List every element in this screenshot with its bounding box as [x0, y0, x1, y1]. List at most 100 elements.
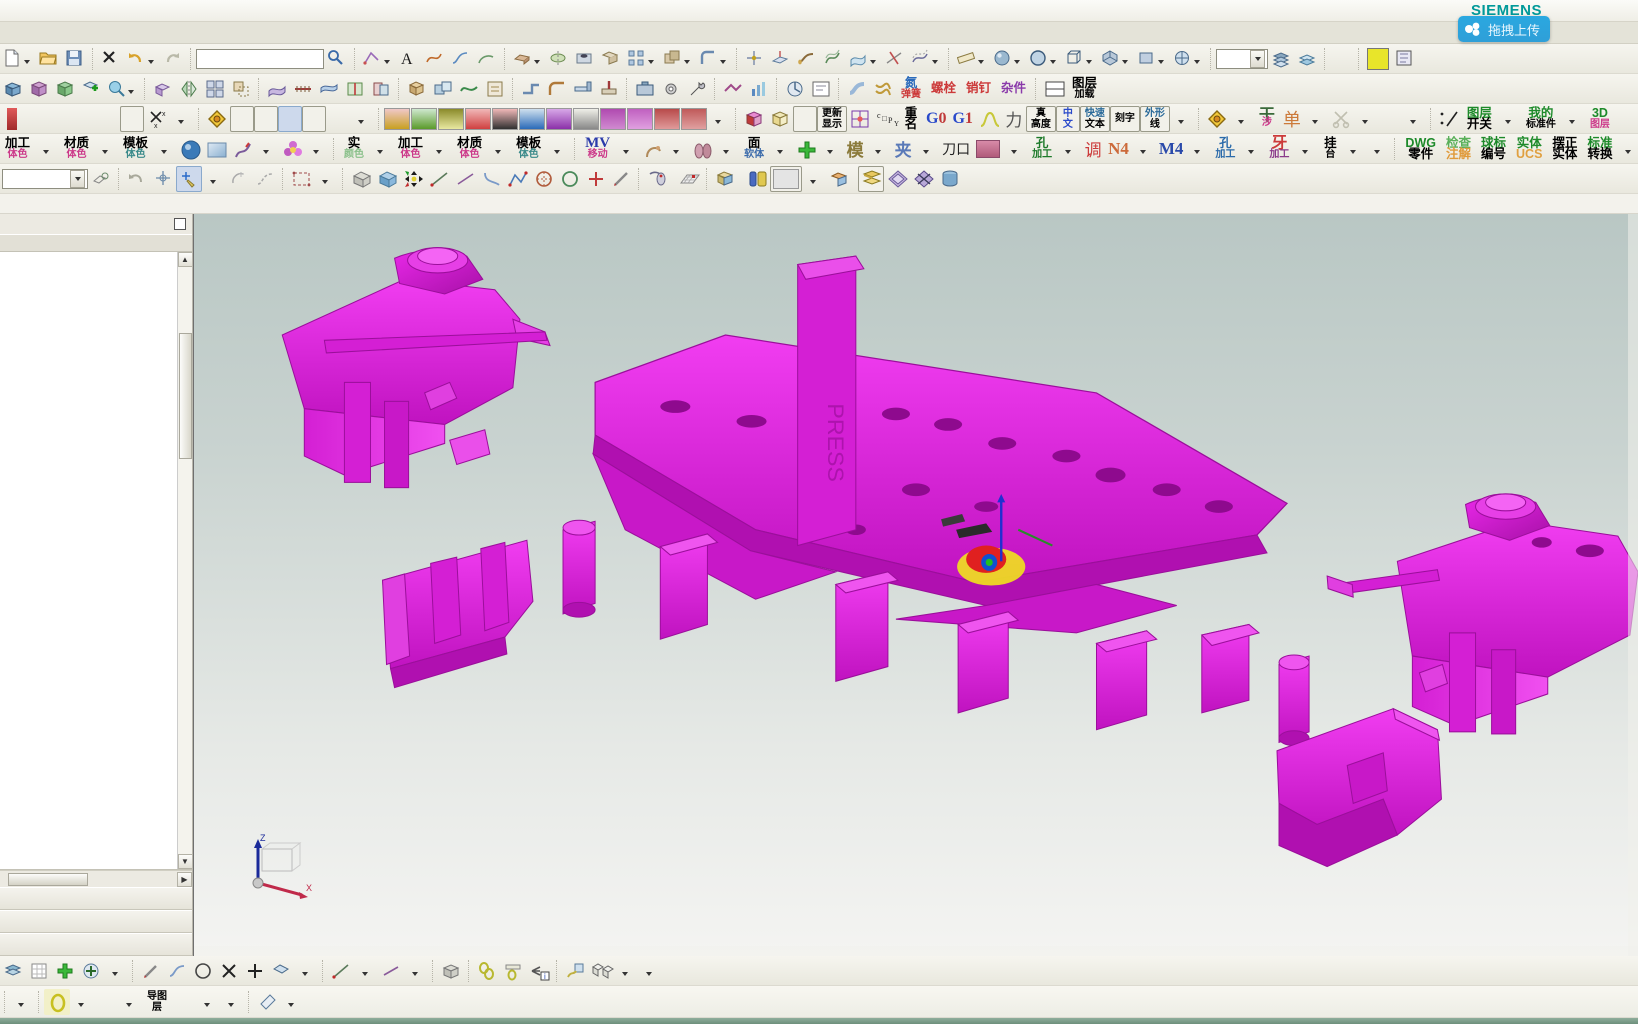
menu-item-5[interactable]	[90, 31, 108, 35]
select-component-button[interactable]	[72, 106, 96, 132]
hole-machining-dropdown[interactable]	[1057, 136, 1081, 162]
circle-center-button[interactable]	[530, 166, 556, 192]
mass-from-curve-button[interactable]	[826, 166, 858, 192]
flange-button[interactable]	[570, 76, 596, 102]
hole2-dropdown[interactable]	[1240, 136, 1264, 162]
layer-switch-dropdown[interactable]	[1497, 106, 1521, 132]
press-left-dropdown[interactable]	[10, 989, 34, 1015]
tree-horizontal-scrollbar[interactable]: ▶	[0, 870, 192, 887]
tool-box3-button[interactable]	[684, 76, 710, 102]
material-swatch-1[interactable]	[411, 107, 437, 130]
bb-grid-button[interactable]	[26, 958, 52, 984]
panel-preview[interactable]	[0, 933, 192, 956]
hole-screen-button[interactable]	[326, 106, 350, 132]
selection-scope-combo[interactable]	[2, 168, 88, 189]
polyline-button[interactable]	[504, 166, 530, 192]
assembly-button[interactable]	[404, 76, 430, 102]
more-commands-row1[interactable]	[1330, 46, 1354, 72]
undo-button[interactable]	[124, 46, 160, 72]
snap-toggle-button[interactable]	[88, 166, 114, 192]
point-button[interactable]	[742, 46, 768, 72]
select-color-button[interactable]	[0, 106, 24, 132]
bb-cubes-dropdown[interactable]	[614, 958, 638, 984]
solid-color-button[interactable]: 实颜色	[339, 136, 369, 162]
machining-color2-dropdown[interactable]	[428, 136, 452, 162]
layer-switch-button[interactable]: 图层 开关	[1462, 106, 1497, 132]
material-swatch-10[interactable]	[654, 107, 680, 130]
view-orient-button[interactable]	[1170, 46, 1206, 72]
bb-add2-button[interactable]	[78, 958, 104, 984]
machining-color-dropdown[interactable]	[35, 136, 59, 162]
feature-name-button[interactable]	[712, 166, 744, 192]
tube-button[interactable]	[844, 76, 870, 102]
bb-layer-button[interactable]	[0, 958, 26, 984]
template-color2-button[interactable]: 模板 体色	[511, 136, 546, 162]
balloon-number-button[interactable]: 球标 编号	[1476, 136, 1511, 162]
scroll-track-bottom[interactable]	[177, 459, 192, 854]
menu-item-9[interactable]	[162, 31, 180, 35]
panel-details[interactable]	[0, 910, 192, 933]
restore-display-button[interactable]	[278, 105, 302, 132]
display-dropdown[interactable]	[350, 106, 374, 132]
orient-solid-button[interactable]: 摆正 实体	[1547, 136, 1582, 162]
pg-dropdown[interactable]	[196, 989, 220, 1015]
weld-button[interactable]	[720, 76, 746, 102]
curve2-button[interactable]	[448, 46, 474, 72]
offset-button[interactable]	[908, 46, 944, 72]
curve1-button[interactable]	[422, 46, 448, 72]
hscroll-thumb[interactable]	[8, 872, 88, 886]
flower-button[interactable]	[279, 136, 305, 162]
n4-button[interactable]: N4	[1105, 136, 1132, 162]
bb-curve-button[interactable]	[164, 958, 190, 984]
material-color-button[interactable]: 材质 体色	[59, 136, 94, 162]
material-swatch-8[interactable]	[600, 107, 626, 130]
diamond-cut-button[interactable]	[910, 166, 936, 192]
dwg-part-button[interactable]: DWG 零件	[1400, 136, 1441, 162]
circle-button[interactable]	[556, 166, 582, 192]
transparency-toggle-button[interactable]	[204, 106, 230, 132]
point-construct-dropdown[interactable]	[202, 166, 226, 192]
machining-color-button[interactable]: 加工 体色	[0, 136, 35, 162]
partsolutions-button[interactable]	[1364, 46, 1392, 72]
template-color2-dropdown[interactable]	[546, 136, 570, 162]
select-curve-button[interactable]	[48, 106, 72, 132]
assembly2-button[interactable]	[430, 76, 456, 102]
hook-curve-button[interactable]	[478, 166, 504, 192]
material-dropdown[interactable]	[707, 106, 731, 132]
spring-button[interactable]	[870, 76, 896, 102]
orient-marker-button[interactable]	[744, 166, 770, 192]
viewport-vertical-scrollbar[interactable]	[1628, 214, 1638, 956]
fill-surface-button[interactable]	[264, 76, 290, 102]
g0-button[interactable]: G0	[923, 106, 949, 132]
extrude-button[interactable]	[510, 46, 546, 72]
draw-tool-dropdown[interactable]	[255, 136, 279, 162]
rectangle-select-button[interactable]	[288, 166, 314, 192]
hscroll-right-button[interactable]: ▶	[177, 871, 192, 887]
menu-item-14[interactable]	[252, 31, 270, 35]
pair-dropdown[interactable]	[715, 136, 739, 162]
part-navigator-tree[interactable]: ▲ ▼	[0, 252, 192, 870]
eraser-dropdown[interactable]	[280, 989, 304, 1015]
interfere-wire-button[interactable]	[767, 106, 793, 132]
shaded-button[interactable]	[990, 46, 1026, 72]
add-body-button[interactable]	[78, 76, 104, 102]
solid-color-dropdown[interactable]	[369, 136, 393, 162]
drafting-button[interactable]	[808, 76, 834, 102]
mirror-body-button[interactable]	[176, 76, 202, 102]
knife-edge-button[interactable]: 刀口	[939, 136, 973, 162]
copy-button[interactable]: c □ P Y	[873, 106, 899, 132]
bb-chain2-button[interactable]	[500, 958, 526, 984]
face-transparent-button[interactable]	[254, 105, 278, 132]
search-body-button[interactable]	[104, 76, 140, 102]
open-file-button[interactable]	[36, 46, 62, 72]
panel-dependencies[interactable]	[0, 887, 192, 910]
plate-dropdown[interactable]	[1003, 136, 1027, 162]
xy-filter-button[interactable]: xx	[144, 106, 170, 132]
material-color-dropdown[interactable]	[94, 136, 118, 162]
menu-item-10[interactable]	[180, 31, 198, 35]
menu-item-6[interactable]	[108, 31, 126, 35]
bb-circle-button[interactable]	[190, 958, 216, 984]
save-button[interactable]	[62, 46, 88, 72]
zoom-dropdown-arrow[interactable]	[1250, 49, 1265, 68]
navigator-pin-checkbox[interactable]	[174, 218, 186, 230]
